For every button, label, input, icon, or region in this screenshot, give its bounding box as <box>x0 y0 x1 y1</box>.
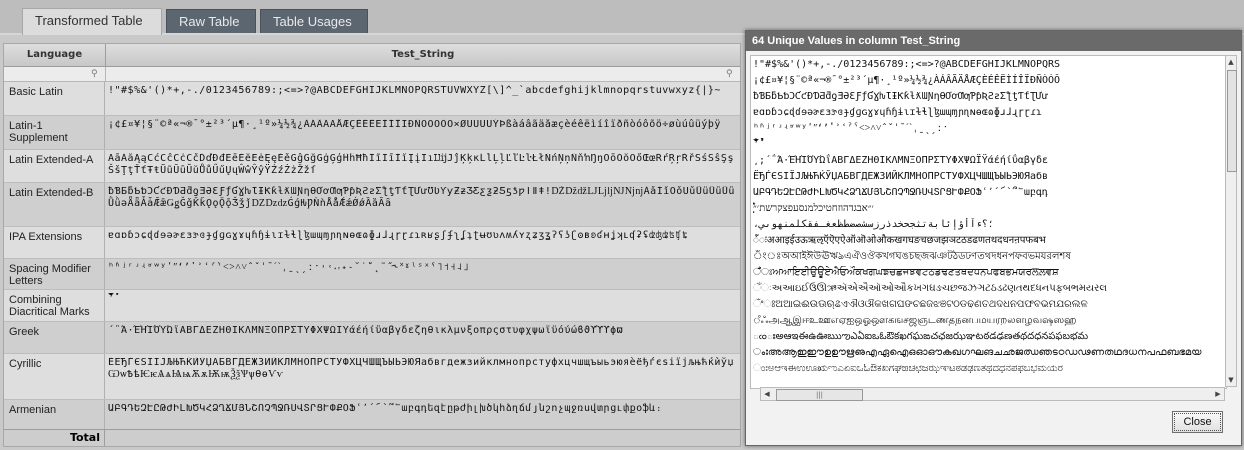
dialog-title: 64 Unique Values in column Test_String <box>746 31 1241 51</box>
scroll-down-arrow-icon[interactable]: ▼ <box>1226 374 1236 386</box>
cell-language: IPA Extensions <box>4 227 105 258</box>
table-row[interactable]: Greek ΄΅Ά·ΈΉΊΌΎΏΐΑΒΓΔΕΖΗΘΙΚΛΜΝΞΟΠΡΣΤΥΦΧΨ… <box>4 322 740 354</box>
vertical-scrollbar[interactable]: ▲ ▼ <box>1225 55 1237 387</box>
list-item: ،؛؟ءآأؤإئابةتثجحخدذرزسشصضطظعغـفقكلمنهوىي <box>753 219 994 230</box>
table-row[interactable]: Cyrillic ЀЁЂЃЄЅІЇЈЉЊЋЌЍЎЏАБВГДЕЖЗИЙКЛМНО… <box>4 354 740 400</box>
filter-row: ⚲ ⚲ <box>4 67 740 82</box>
list-item: ʰʱʲʳʴʵʶʷʸʹʺʻʼʽʾʿˀˁ˂˃˄˅ˆˇˈˉˊˋˌˍˎˏːˑ <box>753 123 949 134</box>
list-item: ¡¢£¤¥¦§¨©ª«¬®¯°±²³´µ¶·¸¹º»¼½¾¿ÀÁÂÃÄÅÆÇÈÉ… <box>753 75 1061 86</box>
list-item: ঁংঃঅআইঈউঊঋঌএঐওঔকখগঘঙচছজঝঞটঠডঢণতথদধনপফবভম… <box>753 251 1071 262</box>
list-item: ઁંઃઅઆઇઈઉઊઋઍએઐઑઓઔકખગઘઙચછજઝઞટઠડઢણતથદધનપફબભ… <box>753 283 1107 294</box>
scroll-up-arrow-icon[interactable]: ▲ <box>1226 56 1236 68</box>
table-row[interactable]: Latin-1 Supplement ¡¢£¤¥¦§¨©ª«¬®¯°±²³´µ¶… <box>4 116 740 150</box>
list-item: ಂಃಅಆಇಈಉಊಋಌಎಏಐಒಓಔಕಖಗಘಙಚಛಜಝಞಟಠಡಢಣತಥದಧನಪಫಬಭ… <box>753 363 1063 374</box>
horizontal-scroll-thumb[interactable]: ||| <box>776 389 863 401</box>
list-item: ԱԲԳԴԵԶԷԸԹԺԻԼԽԾԿՀՁՂՃՄՅՆՇՈՉՊՋՌՍՎՏՐՑՒՓՔՕՖՙ՚… <box>753 187 1049 198</box>
list-item: ਁਂਃਅਆਇਈਉਊਏਐਓਔਕਖਗਘਙਚਛਜਝਞਟਠਡਢਣਤਥਦਧਨਪਫਬਭਮਯਰ… <box>753 267 1059 278</box>
vertical-scroll-thumb[interactable] <box>1227 70 1237 172</box>
list-item: ംഃഅആഇഈഉഊഋഌഎഏഐഒഓഔകഖഗഘങചഛജഝഞടഠഡഢണതഥദധനപഫബഭ… <box>753 347 1202 358</box>
table-row[interactable]: Latin Extended-A ĀāĂăĄąĆćĈĉĊċČčĎďĐđĒēĔĕĖ… <box>4 150 740 183</box>
list-item: !"#$%&'()*+,-./0123456789:;<=>?@ABCDEFGH… <box>753 59 1061 70</box>
cell-language: Cyrillic <box>4 354 105 399</box>
cell-test-string: ĀāĂăĄąĆćĈĉĊċČčĎďĐđĒēĔĕĖėĘęĚěĜĝĞğĠġĢģĤĥĦħ… <box>108 153 734 176</box>
grid-header: Language Test_String <box>4 44 740 67</box>
cell-test-string: ʰʱʲʳʴʵʶʷʸʹʺʻʼʽʾʿˀˁ˂˃˄˅ˆˇˈˉˊˋˌˍˎˏːˑ˒˓˔˕˖˗… <box>108 262 470 273</box>
tab-transformed-table[interactable]: Transformed Table <box>22 8 162 35</box>
cell-test-string: ƀƁƂƃƄƅƆƇƈƉƊƋƌƍƎƏƐƑƒƓƔƕƖƗƘƙƚƛƜƝƞƟƠơƢƣƤƥƦƧ… <box>108 186 735 209</box>
cell-language: Latin-1 Supplement <box>4 116 105 149</box>
table-row[interactable]: Latin Extended-B ƀƁƂƃƄƅƆƇƈƉƊƋƌƍƎƏƐƑƒƓƔƕƖ… <box>4 183 740 227</box>
list-item: ఁంఃఅఆఇఈఉఊఋఌఎఏఐఒఓఔకఖగఘఙచఛజఝఞటఠడఢణతథదధనపఫబ… <box>753 331 1089 342</box>
tab-table-usages[interactable]: Table Usages <box>260 9 368 33</box>
filter-icon[interactable]: ⚲ <box>91 69 101 79</box>
list-item: ЁЂЃЄЅІЇЈЉЊЋЌЎЏАБВГДЕЖЗИЙКЛМНОПРСТУФХЦЧШЩ… <box>753 171 1049 182</box>
list-item: ͵;΄΅Ά·ΈΉΊΌΎΏΐΑΒΓΔΕΖΗΘΙΚΛΜΝΞΟΠΡΣΤΥΦΧΨΩΪΫά… <box>753 155 1049 166</box>
cell-test-string: ̀́̂̃̄̅̆̇̈̉̊̋̌̍̎̏̐̑̒̓̔̕̚ <box>108 293 121 304</box>
tab-raw-table[interactable]: Raw Table <box>166 9 256 33</box>
list-item: ƀƁƂƃƄƅƆƇƈƉƊƋƌƍƎƏƐƑƒƓƔƕƖƗƘƙƚƛƜƝƞƟƠơƢƣƤƥƦƧ… <box>753 91 1049 102</box>
list-item: ஂஃஅஆஇஈஉஊஎஏஐஒஓஔகஙசஜஞடணதநனபமயரறலளழவஷஸஹ <box>753 315 1077 326</box>
filter-cell-language[interactable]: ⚲ <box>4 67 106 81</box>
cell-test-string: ԱԲԳԴԵԶԷԸԹԺԻԼԽԾԿՀՁՂՃՄՅՆՇՈՉՊՋՌՍՎՏՐՑՒՓՔՕՖՙ՚… <box>108 403 663 414</box>
list-item: ଁଂଃଅଆଇଈଉଊଋଌଏଐଓଔକଖଗଘଙଚଛଜଝଞଟଠଡଢଣତଥଦଧନପଫବଭମ… <box>753 299 1088 310</box>
unique-values-list[interactable]: !"#$%&'()*+,-./0123456789:;<=>?@ABCDEFGH… <box>750 55 1227 389</box>
column-header-language[interactable]: Language <box>4 44 106 66</box>
list-item: ֑֖֚֒֓֔֕֗֘֙׳״אבגדהוזחטיכלמנסעפצקרשת׳״ <box>753 203 874 214</box>
cell-test-string: ΄΅Ά·ΈΉΊΌΎΏΐΑΒΓΔΕΖΗΘΙΚΛΜΝΞΟΠΡΣΤΥΦΧΨΩΪΫάέή… <box>108 325 624 336</box>
horizontal-scrollbar[interactable]: ◀ ||| ▶ <box>760 387 1225 401</box>
cell-language: Basic Latin <box>4 82 105 115</box>
total-label: Total <box>4 430 105 446</box>
data-grid: Language Test_String ⚲ ⚲ Basic Latin !"#… <box>3 43 741 447</box>
cell-language: Latin Extended-B <box>4 183 105 226</box>
close-button[interactable]: Close <box>1172 411 1223 433</box>
scroll-left-arrow-icon[interactable]: ◀ <box>761 388 773 400</box>
total-row: Total <box>4 429 740 446</box>
table-row[interactable]: Combining Diacritical Marks ̀́̂̃̄̅̆̇̈̉̊̋… <box>4 290 740 322</box>
scroll-right-arrow-icon[interactable]: ▶ <box>1212 388 1224 400</box>
table-row[interactable]: IPA Extensions ɐɑɒɓɔɕɖɗɘəɚɛɜɝɞɟɠɡɢɣɤɥɦɧɨ… <box>4 227 740 259</box>
cell-language: Greek <box>4 322 105 353</box>
filter-icon[interactable]: ⚲ <box>726 69 736 79</box>
cell-language: Spacing Modifier Letters <box>4 259 105 289</box>
cell-test-string: ɐɑɒɓɔɕɖɗɘəɚɛɜɝɞɟɠɡɢɣɤɥɦɧɨɩɪɫɬɭɮɯɰɱɲɳɴɵɶɷ… <box>108 230 689 241</box>
list-item: ̀́̂̃̄̅̆̇̈̉̊̋̌̍̎̏̐̑̒̓̔̕̚ <box>753 139 766 150</box>
cell-language: Combining Diacritical Marks <box>4 290 105 321</box>
cell-test-string: !"#$%&'()*+,-./0123456789:;<=>?@ABCDEFGH… <box>108 85 721 96</box>
table-row[interactable]: Armenian ԱԲԳԴԵԶԷԸԹԺԻԼԽԾԿՀՁՂՃՄՅՆՇՈՉՊՋՌՍՎՏ… <box>4 400 740 430</box>
table-row[interactable]: Basic Latin !"#$%&'()*+,-./0123456789:;<… <box>4 82 740 116</box>
cell-language: Latin Extended-A <box>4 150 105 182</box>
cell-language: Armenian <box>4 400 105 429</box>
column-header-test-string[interactable]: Test_String <box>106 44 740 66</box>
cell-test-string: ЀЁЂЃЄЅІЇЈЉЊЋЌЍЎЏАБВГДЕЖЗИЙКЛМНОПРСТУФХЦЧ… <box>108 357 734 380</box>
unique-values-dialog: 64 Unique Values in column Test_String !… <box>745 30 1242 446</box>
table-row[interactable]: Spacing Modifier Letters ʰʱʲʳʴʵʶʷʸʹʺʻʼʽʾ… <box>4 259 740 290</box>
list-item: ँंःअआइईउऊऋऌऍऎएऐऑऒओऔकखगघङचछजझञटठडढणतथदधनऩ… <box>753 235 1046 246</box>
list-item: ɐɑɒɓɔɕɖɗɘəɚɛɜɝɞɟɠɡɢɣɤɥɦɧɨɩɪɫɬɭɮɯɰɱɲɳɴɵɶɷ… <box>753 107 1042 118</box>
cell-test-string: ¡¢£¤¥¦§¨©ª«¬®¯°±²³´µ¶·¸¹º»¼½¾¿ÀÁÂÃÄÅÆÇÈÉ… <box>108 119 721 130</box>
